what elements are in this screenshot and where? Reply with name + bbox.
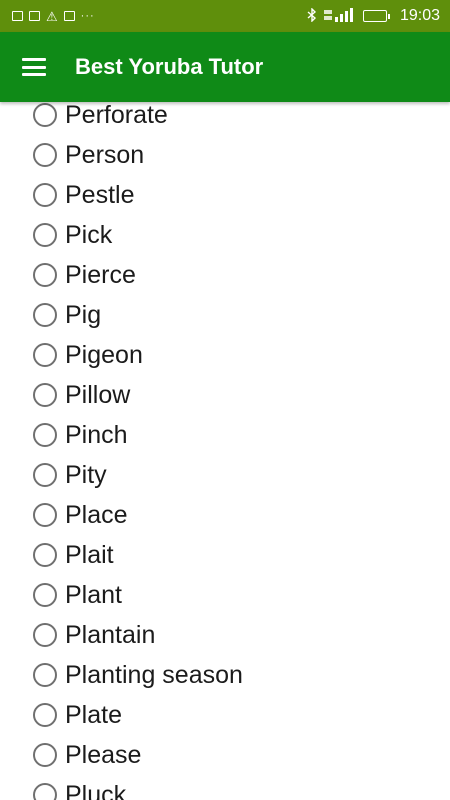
word-label: Pinch: [65, 420, 128, 449]
word-label: Please: [65, 740, 142, 769]
radio-button[interactable]: [33, 743, 57, 767]
bluetooth-icon: [307, 7, 317, 24]
signal-icon: [323, 8, 357, 24]
list-item[interactable]: Pity: [0, 455, 450, 495]
list-item[interactable]: Pinch: [0, 415, 450, 455]
word-label: Pigeon: [65, 340, 143, 369]
word-label: Pierce: [65, 260, 136, 289]
radio-button[interactable]: [33, 423, 57, 447]
hamburger-icon: [22, 58, 46, 76]
list-item[interactable]: Pierce: [0, 255, 450, 295]
list-item[interactable]: Place: [0, 495, 450, 535]
list-item[interactable]: Pillow: [0, 375, 450, 415]
image-icon: [12, 11, 23, 21]
radio-button[interactable]: [33, 663, 57, 687]
status-bar: ⚠ ··· 19:03: [0, 0, 450, 32]
list-item[interactable]: Plant: [0, 575, 450, 615]
word-label: Pity: [65, 460, 107, 489]
word-label: Pig: [65, 300, 102, 329]
list-item[interactable]: Pig: [0, 295, 450, 335]
radio-button[interactable]: [33, 343, 57, 367]
radio-button[interactable]: [33, 183, 57, 207]
word-label: Plait: [65, 540, 114, 569]
list-item[interactable]: Please: [0, 735, 450, 775]
gallery-icon: [63, 11, 75, 21]
word-label: Plantain: [65, 620, 156, 649]
list-item[interactable]: Person: [0, 135, 450, 175]
radio-button[interactable]: [33, 623, 57, 647]
radio-button[interactable]: [33, 143, 57, 167]
list-item[interactable]: Pigeon: [0, 335, 450, 375]
radio-button[interactable]: [33, 543, 57, 567]
word-label: Pillow: [65, 380, 131, 409]
app-title: Best Yoruba Tutor: [75, 54, 264, 79]
list-item[interactable]: Plate: [0, 695, 450, 735]
word-label: Planting season: [65, 660, 243, 689]
radio-button[interactable]: [33, 103, 57, 127]
word-label: Pestle: [65, 180, 135, 209]
word-label: Pick: [65, 220, 113, 249]
battery-icon: [362, 10, 390, 22]
status-right-icons: 19:03: [307, 7, 440, 25]
list-item[interactable]: Plantain: [0, 615, 450, 655]
sim-icon: [29, 11, 40, 21]
clock: 19:03: [399, 7, 440, 24]
list-item[interactable]: Pestle: [0, 175, 450, 215]
word-label: Pluck: [65, 780, 127, 800]
more-dots-icon: ···: [80, 9, 95, 22]
status-left-icons: ⚠ ···: [12, 10, 95, 23]
list-item[interactable]: Plait: [0, 535, 450, 575]
radio-button[interactable]: [33, 583, 57, 607]
radio-button[interactable]: [33, 463, 57, 487]
radio-button[interactable]: [33, 703, 57, 727]
word-label: Plate: [65, 700, 122, 729]
radio-button[interactable]: [33, 503, 57, 527]
app-bar: Best Yoruba Tutor: [0, 32, 450, 102]
warning-icon: ⚠: [46, 8, 58, 24]
radio-button[interactable]: [33, 303, 57, 327]
list-item[interactable]: Pluck: [0, 775, 450, 800]
radio-button[interactable]: [33, 223, 57, 247]
radio-button[interactable]: [33, 263, 57, 287]
list-item[interactable]: Pick: [0, 215, 450, 255]
word-label: Place: [65, 500, 128, 529]
menu-button[interactable]: [0, 32, 70, 102]
radio-button[interactable]: [33, 783, 57, 800]
radio-button[interactable]: [33, 383, 57, 407]
word-list: Perforate Person Pestle Pick Pierce Pig …: [0, 95, 450, 800]
word-label: Plant: [65, 580, 122, 609]
word-label: Perforate: [65, 100, 168, 129]
word-label: Person: [65, 140, 145, 169]
list-item[interactable]: Planting season: [0, 655, 450, 695]
